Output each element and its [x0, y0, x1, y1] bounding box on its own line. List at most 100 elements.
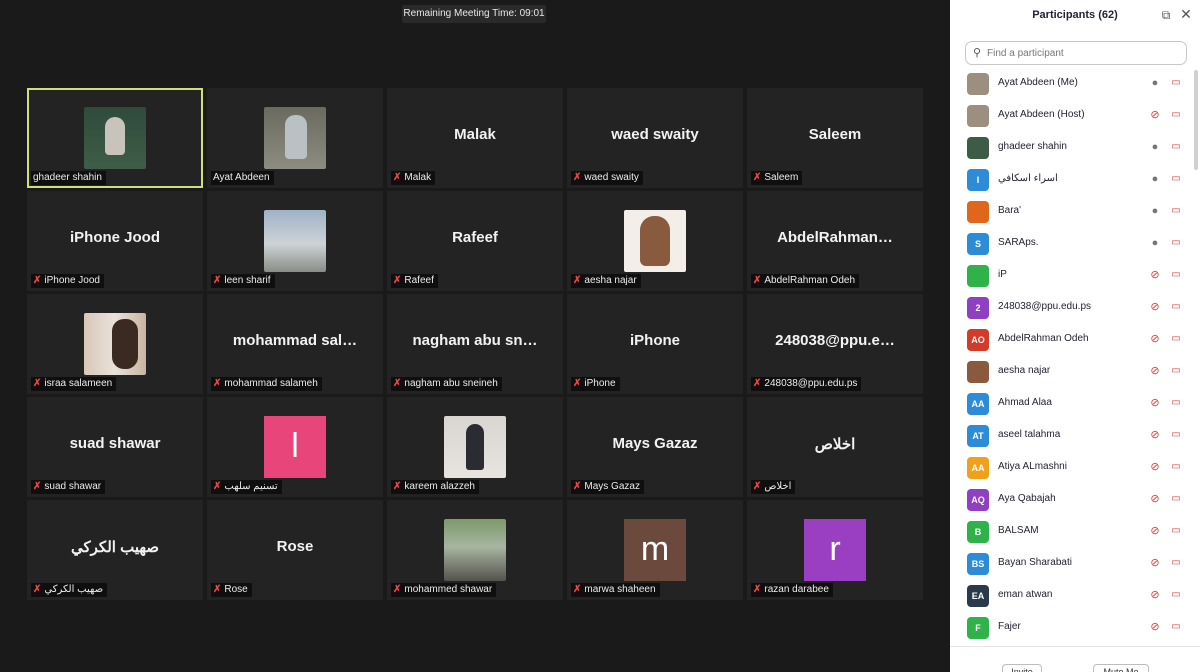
camera-off-icon[interactable]: ▭: [1168, 108, 1184, 122]
search-input[interactable]: [987, 45, 1182, 61]
video-tile[interactable]: m ✗ marwa shaheen: [567, 500, 743, 600]
microphone-muted-icon[interactable]: ⊘: [1149, 492, 1161, 506]
microphone-muted-icon[interactable]: ⊘: [1149, 428, 1161, 442]
participant-row[interactable]: AO AbdelRahman Odeh ⊘ ▭: [950, 324, 1200, 356]
video-tile[interactable]: iPhone ✗ iPhone: [567, 294, 743, 394]
tile-display-name: mohammad sal…: [232, 332, 358, 349]
camera-off-icon[interactable]: ▭: [1168, 76, 1184, 90]
camera-off-icon[interactable]: ▭: [1168, 332, 1184, 346]
video-tile[interactable]: waed swaity ✗ waed swaity: [567, 88, 743, 188]
tile-name-text: Mays Gazaz: [584, 481, 640, 492]
participant-row[interactable]: ghadeer shahin ● ▭: [950, 132, 1200, 164]
microphone-muted-icon[interactable]: ⊘: [1149, 108, 1161, 122]
participant-photo: [264, 107, 326, 169]
microphone-muted-icon[interactable]: ⊘: [1149, 364, 1161, 378]
camera-off-icon[interactable]: ▭: [1168, 620, 1184, 634]
microphone-icon[interactable]: ●: [1149, 236, 1161, 250]
participant-name: ghadeer shahin: [998, 141, 1067, 152]
participant-row[interactable]: BS Bayan Sharabati ⊘ ▭: [950, 548, 1200, 580]
camera-off-icon[interactable]: ▭: [1168, 172, 1184, 186]
microphone-muted-icon[interactable]: ⊘: [1149, 396, 1161, 410]
tile-name-label: ✗ leen sharif: [211, 274, 275, 288]
participant-row[interactable]: Bara' ● ▭: [950, 196, 1200, 228]
video-tile[interactable]: ghadeer shahin: [27, 88, 203, 188]
camera-off-icon[interactable]: ▭: [1168, 492, 1184, 506]
camera-off-icon[interactable]: ▭: [1168, 460, 1184, 474]
microphone-muted-icon[interactable]: ⊘: [1149, 332, 1161, 346]
video-tile[interactable]: ✗ israa salameen: [27, 294, 203, 394]
participant-row[interactable]: EA eman atwan ⊘ ▭: [950, 580, 1200, 612]
close-icon[interactable]: ✕: [1179, 7, 1193, 21]
participant-row[interactable]: B BALSAM ⊘ ▭: [950, 516, 1200, 548]
microphone-muted-icon[interactable]: ⊘: [1149, 268, 1161, 282]
microphone-muted-icon[interactable]: ⊘: [1149, 620, 1161, 634]
tile-name-label: ✗ iPhone ⁣Jood⁣: [31, 274, 104, 288]
mute-me-button[interactable]: Mute Me: [1093, 664, 1149, 672]
microphone-icon[interactable]: ●: [1149, 204, 1161, 218]
camera-off-icon[interactable]: ▭: [1168, 364, 1184, 378]
video-tile[interactable]: nagham abu sn… ✗ nagham abu sneineh: [387, 294, 563, 394]
camera-off-icon[interactable]: ▭: [1168, 300, 1184, 314]
video-tile[interactable]: Rafeef ✗ Rafeef: [387, 191, 563, 291]
participant-row[interactable]: 2 248038@ppu.edu.ps ⊘ ▭: [950, 292, 1200, 324]
video-tile[interactable]: suad shawar ✗ suad shawar: [27, 397, 203, 497]
microphone-muted-icon[interactable]: ⊘: [1149, 300, 1161, 314]
microphone-muted-icon[interactable]: ⊘: [1149, 556, 1161, 570]
microphone-muted-icon[interactable]: ⊘: [1149, 524, 1161, 538]
video-tile[interactable]: Rose ✗ Rose: [207, 500, 383, 600]
camera-off-icon[interactable]: ▭: [1168, 396, 1184, 410]
microphone-icon[interactable]: ●: [1149, 172, 1161, 186]
video-tile[interactable]: Saleem ✗ Saleem: [747, 88, 923, 188]
video-tile[interactable]: 248038@ppu.e… ✗ 248038@ppu.edu.ps: [747, 294, 923, 394]
microphone-icon[interactable]: ●: [1149, 76, 1161, 90]
video-tile[interactable]: l ✗ تسنيم سلهب: [207, 397, 383, 497]
tile-name-text: suad shawar: [44, 481, 102, 492]
microphone-icon[interactable]: ●: [1149, 140, 1161, 154]
tile-name-text: kareem alazzeh: [404, 481, 475, 492]
camera-off-icon[interactable]: ▭: [1168, 588, 1184, 602]
camera-off-icon[interactable]: ▭: [1168, 428, 1184, 442]
participant-list-scrollbar[interactable]: [1194, 70, 1198, 170]
participant-row[interactable]: iP ⊘ ▭: [950, 260, 1200, 292]
microphone-muted-icon[interactable]: ⊘: [1149, 588, 1161, 602]
camera-off-icon[interactable]: ▭: [1168, 236, 1184, 250]
video-tile[interactable]: iPhone ⁣Jood⁣ ✗ iPhone ⁣Jood⁣: [27, 191, 203, 291]
participant-row[interactable]: Ayat Abdeen (Me) ● ▭: [950, 68, 1200, 100]
video-tile[interactable]: Malak ✗ Malak: [387, 88, 563, 188]
invite-button[interactable]: Invite: [1002, 664, 1042, 672]
video-tile[interactable]: mohammad sal… ✗ mohammad salameh: [207, 294, 383, 394]
camera-off-icon[interactable]: ▭: [1168, 524, 1184, 538]
tile-display-name: Rafeef: [452, 229, 498, 246]
avatar: EA: [967, 585, 989, 607]
tile-display-name: Saleem: [808, 126, 862, 143]
microphone-muted-icon[interactable]: ⊘: [1149, 460, 1161, 474]
participant-row[interactable]: aesha najar ⊘ ▭: [950, 356, 1200, 388]
participant-row[interactable]: AA Ahmad Alaa ⊘ ▭: [950, 388, 1200, 420]
participant-row[interactable]: Ayat Abdeen (Host) ⊘ ▭: [950, 100, 1200, 132]
tile-name-label: ✗ 248038@ppu.edu.ps: [751, 377, 862, 391]
video-tile[interactable]: اخلاص ✗ اخلاص: [747, 397, 923, 497]
popout-icon[interactable]: ⧉: [1159, 8, 1173, 22]
camera-off-icon[interactable]: ▭: [1168, 268, 1184, 282]
participant-row[interactable]: AA Atiya ALmashni ⊘ ▭: [950, 452, 1200, 484]
participant-row[interactable]: I اسراء اسكافي ● ▭: [950, 164, 1200, 196]
video-tile[interactable]: ✗ mohammed shawar: [387, 500, 563, 600]
participant-row[interactable]: F Fajer ⊘ ▭: [950, 612, 1200, 644]
video-tile[interactable]: ✗ leen sharif: [207, 191, 383, 291]
participant-row[interactable]: AT aseel talahma ⊘ ▭: [950, 420, 1200, 452]
camera-off-icon[interactable]: ▭: [1168, 140, 1184, 154]
video-tile[interactable]: ✗ kareem alazzeh: [387, 397, 563, 497]
video-tile[interactable]: r ✗ razan darabee: [747, 500, 923, 600]
video-tile[interactable]: Mays Gazaz ✗ Mays Gazaz: [567, 397, 743, 497]
participant-row[interactable]: AQ Aya Qabajah ⊘ ▭: [950, 484, 1200, 516]
participant-search[interactable]: ⚲: [965, 41, 1187, 65]
camera-off-icon[interactable]: ▭: [1168, 204, 1184, 218]
microphone-muted-icon: ✗: [573, 172, 582, 183]
microphone-muted-icon: ✗: [213, 481, 222, 492]
video-tile[interactable]: Ayat Abdeen: [207, 88, 383, 188]
camera-off-icon[interactable]: ▭: [1168, 556, 1184, 570]
video-tile[interactable]: صهيب الكركي ✗ صهيب الكركي: [27, 500, 203, 600]
video-tile[interactable]: AbdelRahman… ✗ AbdelRahman Odeh: [747, 191, 923, 291]
video-tile[interactable]: ✗ aesha najar: [567, 191, 743, 291]
participant-row[interactable]: S SARAps. ● ▭: [950, 228, 1200, 260]
